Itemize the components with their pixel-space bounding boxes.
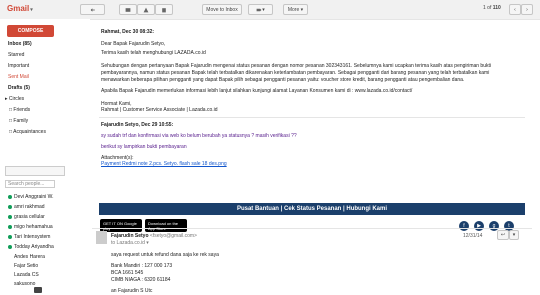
email-text: BCA 1661 545 (111, 270, 144, 276)
email-text: menawarkan beberapa pilihan pengganti ya… (101, 77, 465, 83)
sidebar-item-circles[interactable]: ▸ Circles (5, 97, 24, 102)
labels-button[interactable]: ▾ (248, 4, 273, 15)
search-people-input[interactable]: Search people... (5, 180, 55, 188)
sidebar: COMPOSE Inbox (85) Starred Important Sen… (0, 19, 90, 295)
compose-button[interactable]: COMPOSE (7, 25, 54, 37)
back-button[interactable] (80, 4, 105, 15)
email-text: Sehubungan dengan pertanyaan Bapak Fajar… (101, 63, 491, 69)
reply-more-button[interactable]: ▾ (509, 230, 519, 240)
quote-header: Fajarudin Setyo, Dec 29 10:55: (101, 122, 174, 128)
report-spam-button[interactable] (137, 4, 155, 15)
archive-button[interactable] (119, 4, 137, 15)
sidebar-item-sent[interactable]: Sent Mail (8, 75, 29, 80)
delete-button[interactable] (155, 4, 173, 15)
email-text: CIMB NIAGA : 6320 61184 (111, 277, 171, 283)
contact-item[interactable]: amri rakhmad (8, 204, 45, 210)
contact-item[interactable]: migo hehamahua (8, 224, 53, 230)
email-signature: Rahmat | Customer Service Associate | La… (101, 107, 218, 113)
attachment-link[interactable]: Payment Redmi note 2.pcs. Setyo. flash s… (101, 161, 227, 167)
contact-item[interactable]: Devi Anggraini W. (8, 194, 53, 200)
sidebar-item-acquaintances[interactable]: □ Acquaintances (9, 130, 46, 135)
email-text: berikut sy lampirkan bukti pembayaran (101, 144, 187, 150)
email-text: Dear Bapak Fajarudin Setyo, (101, 41, 166, 47)
gmail-logo[interactable]: Gmail▾ (7, 4, 33, 13)
contact-item[interactable]: grasia cellular (8, 214, 45, 220)
email-text: sy sudah trf dan konfirmasi via web ko b… (101, 133, 297, 139)
reply-date: 12/31/14 (463, 233, 483, 239)
move-to-inbox-button[interactable]: Move to Inbox (202, 4, 242, 15)
older-button[interactable]: › (521, 4, 533, 15)
contact-item[interactable]: Tari Intensystem (8, 234, 50, 240)
quote-header: Rahmat, Dec 30 08:32: (101, 29, 155, 35)
back-arrow-icon (90, 8, 95, 11)
contact-item[interactable]: sakusono (14, 281, 35, 287)
youtube-icon[interactable]: ▶ (474, 221, 484, 231)
facebook-icon[interactable]: f (459, 221, 469, 231)
email-text: pembayarannya, namun status pesanan Bapa… (101, 70, 490, 76)
sidebar-item-inbox[interactable]: Inbox (85) (8, 42, 32, 47)
sidebar-item-friends[interactable]: □ Friends (9, 108, 30, 113)
more-button[interactable]: More ▾ (283, 4, 308, 15)
app-store-badge[interactable]: Download on the App Store (145, 219, 187, 232)
spam-icon (143, 7, 149, 12)
pager: 1 of 110 (483, 5, 501, 11)
email-text: Apabila Bapak Fajarudin memerlukan infor… (101, 88, 413, 94)
top-toolbar: Gmail▾ Move to Inbox ▾ More ▾ 1 of 110 ‹… (0, 0, 540, 20)
contact-item[interactable]: Andes Harera (14, 254, 45, 260)
email-text: saya request untuk refund dana saja ke r… (111, 252, 219, 258)
email-text: Terima kasih telah menghubungi LAZADA.co… (101, 50, 206, 56)
divider (92, 228, 532, 229)
sidebar-item-starred[interactable]: Starred (8, 53, 24, 58)
trash-icon (162, 7, 166, 12)
email-text: Bank Mandiri : 127 000 173 (111, 263, 173, 269)
chat-toolbar[interactable] (5, 166, 65, 176)
chat-icon[interactable] (34, 287, 42, 293)
reply-button[interactable]: ↩ (497, 230, 509, 240)
contact-item[interactable]: Lazada CS (14, 272, 39, 278)
sidebar-item-drafts[interactable]: Drafts (5) (8, 86, 30, 91)
sidebar-item-family[interactable]: □ Family (9, 119, 28, 124)
avatar (96, 231, 107, 244)
reply-sender[interactable]: Fajarudin Setyo <fsetyo@gmail.com> (111, 233, 197, 239)
divider (99, 117, 525, 118)
reply-recipient[interactable]: to Lazada.co.id ▾ (111, 240, 149, 246)
contact-item[interactable]: Todday Ariyandha (8, 244, 54, 250)
sidebar-item-important[interactable]: Important (8, 64, 29, 69)
help-banner[interactable]: Pusat Bantuan | Cek Status Pesanan | Hub… (99, 203, 525, 215)
email-text: an Fajarudin S Utc (111, 288, 153, 294)
newer-button[interactable]: ‹ (509, 4, 521, 15)
contact-item[interactable]: Fajar Setio (14, 263, 38, 269)
archive-icon (125, 7, 131, 12)
